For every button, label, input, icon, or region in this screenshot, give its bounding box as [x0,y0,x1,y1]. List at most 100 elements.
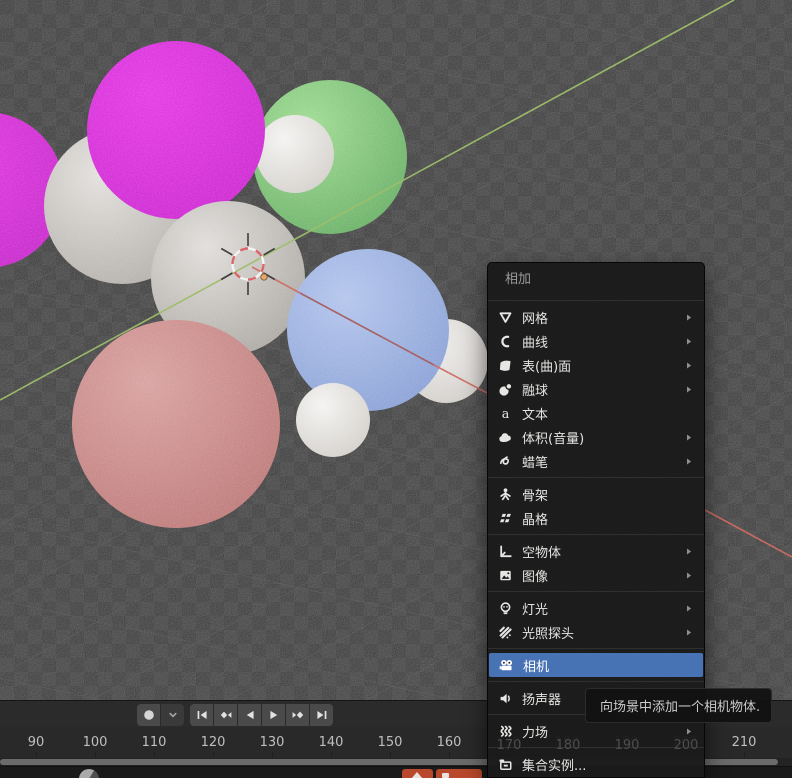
menu-item-label: 力场 [522,725,549,741]
blender-3d-viewport-window: 90100110120130140150160170180190200210 相… [0,0,792,778]
up-arrow-icon [411,772,423,778]
menu-item-label: 网格 [522,311,549,327]
menu-item-label: 曲线 [522,335,549,351]
grease-pencil-icon [497,453,513,469]
menu-item-label: 相机 [523,659,550,675]
menu-separator [488,747,704,748]
no-arrow [682,511,696,525]
chevron-down-icon [166,708,180,722]
jump-start-icon [195,708,209,722]
menu-item-label: 体积(音量) [522,431,585,447]
no-arrow [681,658,695,672]
speaker-icon [497,690,513,706]
volume-icon [497,429,513,445]
record-button-group [137,704,184,726]
frame-label-150: 150 [377,735,403,750]
no-arrow [682,487,696,501]
play-icon [267,708,281,722]
menu-item-armature[interactable]: 骨架 [488,482,704,506]
menu-item-surface[interactable]: 表(曲)面 [488,353,704,377]
menu-separator [488,477,704,478]
prev-keyframe-button[interactable] [214,704,237,726]
submenu-arrow-icon [682,454,696,468]
menu-item-mesh[interactable]: 网格 [488,305,704,329]
curve-icon [497,333,513,349]
text-icon: a [497,405,513,421]
jump-to-end-button[interactable] [310,704,333,726]
partial-editor-icon [79,769,99,778]
menu-item-camera[interactable]: 相机 [489,653,703,677]
record-button[interactable] [137,704,160,726]
next-keyframe-icon [291,708,305,722]
submenu-arrow-icon [682,334,696,348]
record-options-dropdown[interactable] [161,704,184,726]
tooltip-text: 向场景中添加一个相机物体. [600,700,761,715]
record-icon [142,708,156,722]
camera-icon [498,657,514,673]
menu-item-label: 骨架 [522,488,549,504]
menu-item-lattice[interactable]: 晶格 [488,506,704,530]
submenu-arrow-icon [682,568,696,582]
menu-separator [488,681,704,682]
menu-item-grease-pencil[interactable]: 蜡笔 [488,449,704,473]
submenu-arrow-icon [682,625,696,639]
menu-item-label: 融球 [522,383,549,399]
metaball-icon [497,381,513,397]
tooltip: 向场景中添加一个相机物体. [585,688,772,723]
menu-separator [488,300,704,301]
no-arrow [682,406,696,420]
frame-label-90: 90 [27,735,45,750]
menu-item-label: 蜡笔 [522,455,549,471]
menu-item-empty[interactable]: 空物体 [488,539,704,563]
jump-to-start-button[interactable] [190,704,213,726]
mesh-icon [497,309,513,325]
playhead-frame-box[interactable] [436,769,482,778]
submenu-arrow-icon [682,430,696,444]
menu-separator [488,648,704,649]
playhead-arrow-marker[interactable] [402,769,433,778]
submenu-arrow-icon [682,544,696,558]
menu-item-label: 集合实例... [522,758,587,774]
frame-label-110: 110 [141,735,167,750]
play-reverse-button[interactable] [238,704,261,726]
image-icon [497,567,513,583]
menu-item-light[interactable]: 灯光 [488,596,704,620]
lattice-icon [497,510,513,526]
armature-icon [497,486,513,502]
transport-controls [190,704,333,726]
menu-item-image[interactable]: 图像 [488,563,704,587]
prev-keyframe-icon [219,708,233,722]
menu-item-collection-instance[interactable]: 集合实例... [488,752,704,776]
light-icon [497,600,513,616]
menu-item-volume[interactable]: 体积(音量) [488,425,704,449]
menu-item-label: 灯光 [522,602,549,618]
menu-separator [488,591,704,592]
menu-item-label: 空物体 [522,545,562,561]
submenu-arrow-icon [682,382,696,396]
frame-label-120: 120 [200,735,226,750]
surface-icon [497,357,513,373]
submenu-arrow-icon [682,310,696,324]
menu-item-label: 图像 [522,569,549,585]
menu-item-metaball[interactable]: 融球 [488,377,704,401]
frame-label-100: 100 [82,735,108,750]
play-reverse-icon [243,708,257,722]
play-button[interactable] [262,704,285,726]
collection-icon [497,756,513,772]
menu-item-label: 光照探头 [522,626,575,642]
submenu-arrow-icon [682,601,696,615]
menu-item-text[interactable]: a 文本 [488,401,704,425]
menu-item-curve[interactable]: 曲线 [488,329,704,353]
menu-item-light-probe[interactable]: 光照探头 [488,620,704,644]
frame-label-160: 160 [436,735,462,750]
svg-text:a: a [501,406,509,421]
menu-item-label: 文本 [522,407,549,423]
frame-label-210: 210 [731,735,757,750]
force-field-icon [497,723,513,739]
empty-icon [497,543,513,559]
jump-end-icon [315,708,329,722]
frame-label-140: 140 [318,735,344,750]
menu-item-label: 表(曲)面 [522,359,572,375]
light-probe-icon [497,624,513,640]
next-keyframe-button[interactable] [286,704,309,726]
